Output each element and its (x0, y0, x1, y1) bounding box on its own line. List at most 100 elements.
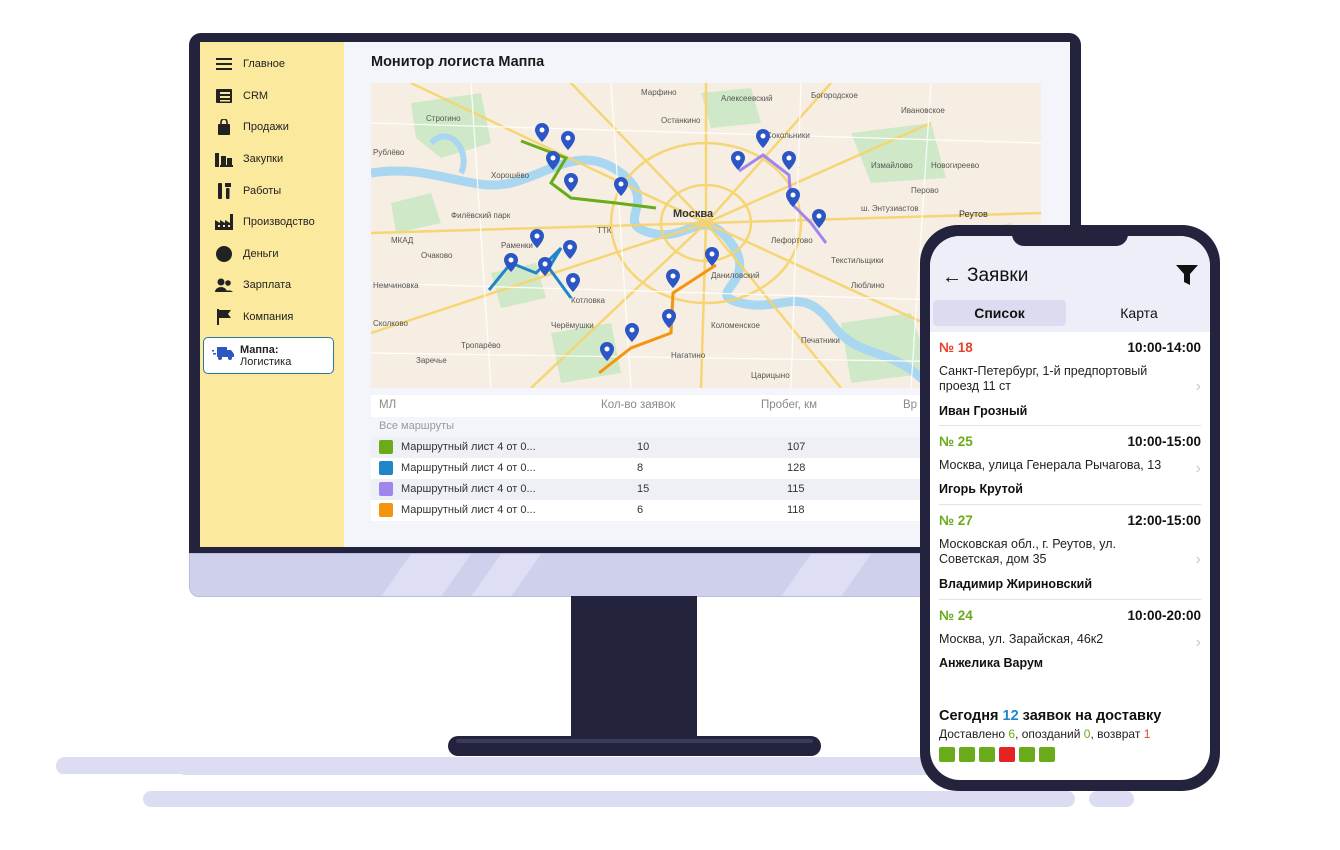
svg-text:Сокольники: Сокольники (766, 131, 810, 140)
svg-text:МКАД: МКАД (391, 236, 414, 245)
order-card[interactable]: № 25 10:00-15:00 Москва, улица Генерала … (939, 434, 1201, 514)
progress-block-pending (1119, 747, 1135, 762)
progress-block-done (1039, 747, 1055, 762)
svg-text:Останкино: Останкино (661, 116, 701, 125)
svg-text:Печатники: Печатники (801, 336, 840, 345)
sidebar-item-purchases[interactable]: Закупки (215, 149, 283, 169)
svg-text:Коломенское: Коломенское (711, 321, 761, 330)
route-count: 10 (637, 441, 650, 453)
column-header[interactable]: Пробег, км (761, 399, 817, 411)
delivery-stats: Доставлено 6, опозданий 0, возврат 1 (939, 727, 1150, 741)
svg-text:Марфино: Марфино (641, 88, 677, 97)
tab-map[interactable]: Карта (1070, 300, 1208, 326)
phone-notch (1012, 230, 1128, 246)
svg-text:Заречье: Заречье (416, 356, 447, 365)
route-km: 115 (787, 483, 805, 495)
svg-text:Раменки: Раменки (501, 241, 533, 250)
order-customer: Игорь Крутой (939, 482, 1023, 496)
progress-block-pending (1139, 747, 1155, 762)
route-count: 8 (637, 462, 644, 474)
svg-text:Котловка: Котловка (571, 296, 606, 305)
monitor-stand (571, 596, 697, 738)
column-header[interactable]: МЛ (379, 399, 396, 411)
order-number: № 24 (939, 608, 973, 623)
svg-text:Рублёво: Рублёво (373, 148, 405, 157)
route-color-swatch (379, 482, 393, 496)
svg-text:Немчиновка: Немчиновка (373, 281, 419, 290)
column-header[interactable]: Кол-во заявок (601, 399, 675, 411)
progress-block-done (939, 747, 955, 762)
order-time: 10:00-20:00 (1127, 608, 1201, 623)
sidebar-item-production[interactable]: Производство (215, 212, 315, 232)
map-label-moscow: Москва (673, 208, 714, 220)
sidebar-item-works[interactable]: Работы (215, 181, 281, 201)
active-item-subtitle: Логистика (240, 355, 292, 368)
floor-swoosh (1089, 791, 1134, 807)
svg-text:Текстильщики: Текстильщики (831, 256, 883, 265)
svg-text:Сколково: Сколково (373, 319, 409, 328)
delivery-progress (939, 747, 1175, 762)
svg-text:Даниловский: Даниловский (711, 271, 760, 280)
route-name: Маршрутный лист 4 от 0... (401, 441, 536, 453)
divider (939, 599, 1201, 600)
svg-text:Измайлово: Измайлово (871, 161, 913, 170)
sidebar-item-label: Работы (243, 185, 282, 197)
svg-text:ТТК: ТТК (597, 226, 612, 235)
truck-icon (212, 345, 234, 366)
purchases-icon (215, 151, 233, 167)
sidebar-item-sales[interactable]: Продажи (215, 117, 289, 137)
phone-header: ← Заявки Список Карта (930, 236, 1210, 332)
progress-block-pending (1099, 747, 1115, 762)
svg-text:Люблино: Люблино (851, 281, 885, 290)
sidebar-item-label: Главное (243, 58, 286, 70)
order-time: 10:00-14:00 (1127, 340, 1201, 355)
sidebar-item-salary[interactable]: Зарплата (215, 275, 291, 295)
svg-text:Хорошёво: Хорошёво (491, 171, 530, 180)
stats-label: , возврат (1090, 727, 1144, 741)
order-customer: Владимир Жириновский (939, 577, 1093, 591)
order-number: № 18 (939, 340, 973, 355)
route-name: Маршрутный лист 4 от 0... (401, 462, 536, 474)
svg-text:Тропарёво: Тропарёво (461, 341, 501, 350)
svg-text:Ивановское: Ивановское (901, 106, 945, 115)
sidebar-item-label: CRM (243, 90, 269, 102)
hamburger-icon (215, 56, 233, 72)
floor-swoosh (56, 774, 188, 790)
svg-text:Черёмушки: Черёмушки (551, 321, 594, 330)
tools-icon (215, 183, 233, 199)
order-card[interactable]: № 27 12:00-15:00 Московская обл., г. Реу… (939, 513, 1201, 608)
people-icon (215, 277, 233, 293)
chevron-right-icon: › (1195, 634, 1201, 651)
progress-block-done (979, 747, 995, 762)
svg-text:Лефортово: Лефортово (771, 236, 813, 245)
back-arrow-icon[interactable]: ← (942, 266, 962, 289)
progress-block-returned (999, 747, 1015, 762)
route-name: Маршрутный лист 4 от 0... (401, 504, 536, 516)
order-address: Москва, улица Генерала Рычагова, 13 (939, 458, 1162, 472)
flag-icon (215, 309, 233, 325)
order-address: Москва, ул. Зарайская, 46к2 (939, 632, 1104, 646)
route-count: 6 (637, 504, 644, 516)
route-color-swatch (379, 503, 393, 517)
sidebar-item-money[interactable]: Деньги (215, 244, 279, 264)
summary-text: Сегодня (939, 708, 1003, 724)
sidebar-item-company[interactable]: Компания (215, 307, 293, 327)
route-km: 118 (787, 504, 805, 516)
summary-text: заявок на доставку (1018, 708, 1162, 724)
sidebar-item-home[interactable]: Главное (215, 54, 285, 74)
filter-icon[interactable] (1176, 264, 1198, 286)
coin-icon (215, 246, 233, 262)
sidebar-item-crm[interactable]: CRM (215, 86, 268, 106)
order-address: Санкт-Петербург, 1-й предпортовый проезд… (939, 364, 1148, 393)
today-summary: Сегодня 12 заявок на доставку (939, 708, 1161, 724)
svg-text:Богородское: Богородское (811, 91, 858, 100)
sidebar-item-logistics[interactable]: Маппа: Логистика (203, 337, 334, 374)
route-color-swatch (379, 440, 393, 454)
column-header[interactable]: Вр (903, 399, 917, 411)
tab-list[interactable]: Список (933, 300, 1066, 326)
order-card[interactable]: № 18 10:00-14:00 Санкт-Петербург, 1-й пр… (939, 340, 1201, 430)
svg-text:Перово: Перово (911, 186, 939, 195)
svg-text:Строгино: Строгино (426, 114, 461, 123)
order-card[interactable]: № 24 10:00-20:00 Москва, ул. Зарайская, … (939, 608, 1201, 688)
chevron-right-icon: › (1195, 378, 1201, 395)
